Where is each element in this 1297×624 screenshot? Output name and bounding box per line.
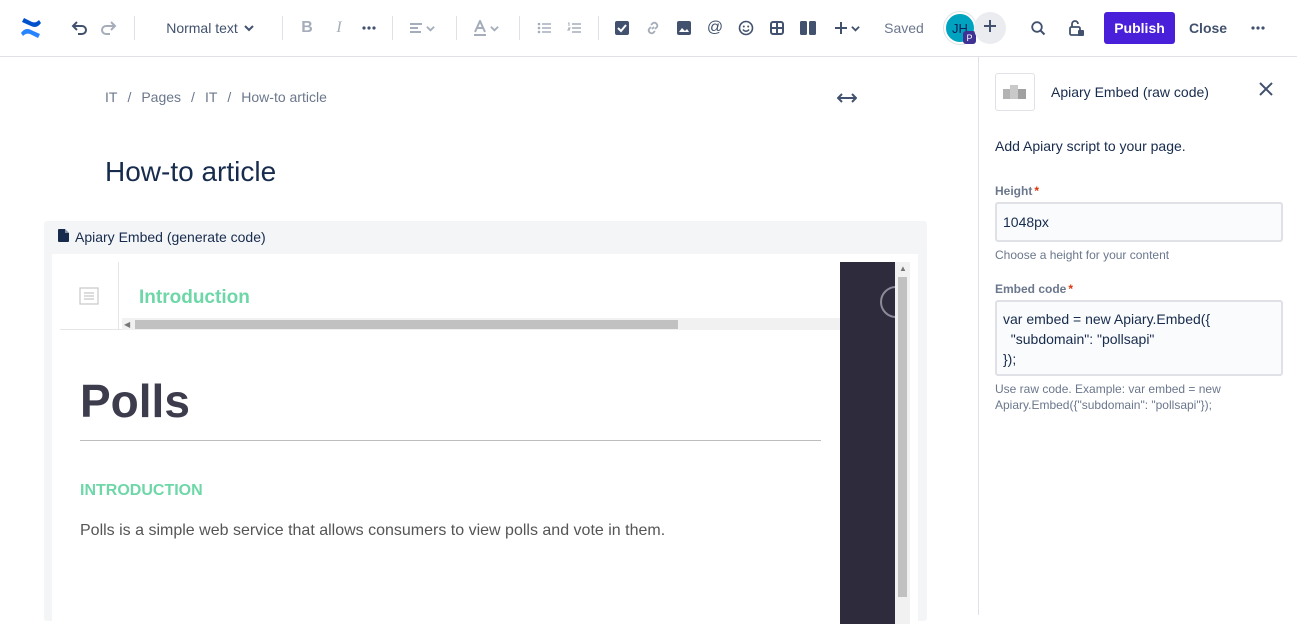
confluence-logo-icon[interactable]	[17, 14, 45, 42]
embed-console-panel	[840, 262, 895, 624]
embed-code-help: Use raw code. Example: var embed = new A…	[995, 382, 1221, 412]
height-help: Choose a height for your content	[995, 248, 1170, 262]
breadcrumb-item[interactable]: How-to article	[241, 89, 327, 105]
embed-code-textarea[interactable]: var embed = new Apiary.Embed({ "subdomai…	[995, 300, 1283, 376]
plus-icon	[983, 19, 997, 38]
height-input[interactable]	[995, 202, 1283, 242]
vertical-scroll-thumb[interactable]	[898, 277, 907, 597]
toolbar-divider	[598, 16, 599, 40]
horizontal-scroll-thumb[interactable]	[135, 320, 678, 329]
macro-header: Apiary Embed (generate code)	[58, 229, 266, 245]
text-style-dropdown[interactable]: Normal text	[160, 14, 260, 42]
horizontal-scrollbar[interactable]: ◀	[122, 318, 840, 330]
text-style-label: Normal text	[166, 20, 238, 36]
align-icon[interactable]	[405, 14, 439, 42]
macro-header-label: Apiary Embed (generate code)	[75, 229, 266, 245]
toolbar-divider	[392, 16, 393, 40]
text-color-icon[interactable]	[469, 14, 503, 42]
image-icon[interactable]	[673, 14, 695, 42]
numbered-list-icon[interactable]	[563, 14, 585, 42]
breadcrumb-separator: /	[227, 89, 232, 105]
more-formatting-icon[interactable]	[358, 14, 380, 42]
redo-icon[interactable]	[97, 14, 121, 42]
macro-config-panel: Apiary Embed (raw code) Add Apiary scrip…	[978, 57, 1297, 615]
publish-button[interactable]: Publish	[1104, 12, 1175, 44]
toolbar-divider	[282, 16, 283, 40]
chevron-down-icon	[244, 23, 254, 33]
required-mark: *	[1034, 184, 1040, 198]
height-label-text: Height	[995, 184, 1033, 198]
restrictions-icon[interactable]	[1064, 14, 1088, 42]
panel-title: Apiary Embed (raw code)	[1051, 84, 1209, 100]
height-label: Height *	[995, 184, 1039, 198]
breadcrumb-item[interactable]: IT	[205, 89, 217, 105]
embed-nav-bar: Introduction ◀	[60, 262, 840, 330]
toolbar-divider	[134, 16, 135, 40]
vertical-scrollbar[interactable]: ▲	[895, 262, 910, 624]
mention-icon[interactable]: @	[704, 14, 726, 42]
link-icon[interactable]	[642, 14, 664, 42]
bullet-list-icon[interactable]	[533, 14, 555, 42]
more-icon[interactable]	[1247, 14, 1269, 42]
macro-container[interactable]: Apiary Embed (generate code) Introductio…	[44, 221, 927, 624]
scroll-up-icon[interactable]: ▲	[899, 264, 907, 273]
breadcrumb-separator: /	[127, 89, 132, 105]
embed-heading: Polls	[80, 375, 190, 427]
search-icon[interactable]	[1027, 14, 1049, 42]
insert-icon[interactable]	[830, 14, 864, 42]
menu-icon[interactable]	[60, 262, 119, 330]
task-icon[interactable]	[611, 14, 633, 42]
emoji-icon[interactable]	[735, 14, 757, 42]
apiary-embed-frame[interactable]: Introduction ◀ ▲ Polls INTRODUCTION Poll…	[52, 254, 918, 624]
undo-icon[interactable]	[67, 14, 91, 42]
breadcrumb-item[interactable]: IT	[105, 89, 117, 105]
italic-icon[interactable]: I	[328, 14, 350, 42]
embed-section-title: INTRODUCTION	[80, 482, 203, 499]
close-button[interactable]: Close	[1183, 12, 1233, 44]
close-icon[interactable]	[1256, 79, 1276, 99]
embed-code-label-text: Embed code	[995, 282, 1067, 296]
embed-paragraph: Polls is a simple web service that allow…	[80, 522, 666, 539]
embed-code-label: Embed code *	[995, 282, 1073, 296]
expand-width-icon[interactable]	[836, 90, 858, 106]
panel-description: Add Apiary script to your page.	[995, 138, 1186, 154]
document-icon	[58, 229, 69, 245]
embed-nav-title[interactable]: Introduction	[139, 287, 250, 309]
page-title[interactable]: How-to article	[105, 156, 276, 188]
bold-icon[interactable]: B	[296, 14, 318, 42]
add-collaborator-button[interactable]	[974, 12, 1006, 44]
table-icon[interactable]	[766, 14, 788, 42]
embed-divider	[80, 440, 821, 441]
apiary-logo-icon	[995, 73, 1035, 111]
breadcrumb: IT / Pages / IT / How-to article	[105, 89, 327, 105]
toolbar-divider	[519, 16, 520, 40]
close-console-icon[interactable]	[880, 286, 895, 318]
editor-toolbar: Normal text B I @ Saved JH P Publish Clo…	[0, 0, 1297, 57]
required-mark: *	[1068, 282, 1074, 296]
breadcrumb-item[interactable]: Pages	[141, 89, 181, 105]
layouts-icon[interactable]	[797, 14, 819, 42]
breadcrumb-separator: /	[191, 89, 195, 105]
saved-status: Saved	[884, 20, 924, 36]
scroll-left-icon[interactable]: ◀	[124, 320, 130, 329]
toolbar-divider	[456, 16, 457, 40]
